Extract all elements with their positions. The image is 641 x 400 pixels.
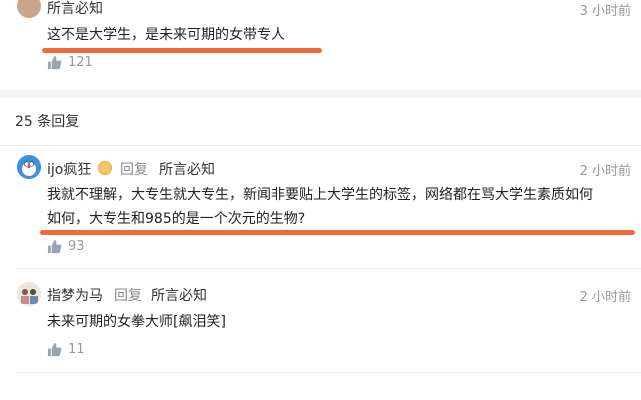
highlight-underline — [42, 48, 322, 53]
like-count: 121 — [68, 55, 93, 70]
reply-text-line2: 如何，大专生和985的是一个次元的生物? — [47, 211, 306, 227]
like-count: 11 — [68, 342, 85, 357]
reply-time: 2 小时前 — [579, 164, 631, 179]
reply-author[interactable]: 指梦为马 — [47, 285, 103, 305]
thumb-up-icon — [47, 342, 62, 357]
comment-author[interactable]: 所言必知 — [47, 0, 103, 18]
comment-text: 这不是大学生，是未来可期的女带专人 — [47, 27, 285, 43]
thumb-up-icon — [47, 239, 62, 254]
reply-to-author[interactable]: 所言必知 — [151, 285, 207, 305]
highlight-underline — [40, 230, 635, 235]
verified-badge-icon — [98, 161, 112, 175]
reply-author[interactable]: ijo疯狂 — [47, 159, 91, 179]
avatar[interactable] — [17, 155, 41, 179]
thumb-up-icon — [47, 55, 62, 70]
avatar[interactable] — [17, 0, 41, 18]
avatar[interactable] — [17, 282, 41, 306]
comment-time: 3 小时前 — [579, 4, 631, 19]
reply-to-author[interactable]: 所言必知 — [159, 159, 215, 179]
divider — [15, 268, 641, 269]
like-count: 93 — [68, 239, 85, 254]
like-button[interactable]: 93 — [47, 239, 85, 254]
reply-text: 未来可期的女拳大师[飙泪笑] — [47, 314, 226, 330]
like-button[interactable]: 11 — [47, 342, 85, 357]
section-divider — [0, 90, 641, 98]
reply-label: 回复 — [120, 162, 148, 178]
like-button[interactable]: 121 — [47, 55, 93, 70]
divider — [0, 145, 641, 146]
reply-time: 2 小时前 — [579, 290, 631, 305]
reply-label: 回复 — [114, 288, 142, 304]
reply-text-line1: 我就不理解，大专生就大专生，新闻非要贴上大学生的标签，网络都在骂大学生素质如何 — [47, 187, 593, 203]
divider — [15, 372, 641, 373]
replies-count-header: 25 条回复 — [15, 114, 80, 130]
